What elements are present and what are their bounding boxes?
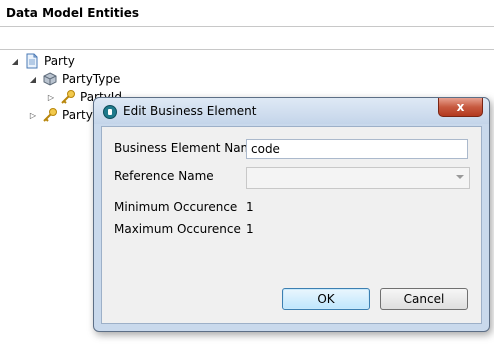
tree-item-party-2[interactable]: ▷ Party: [28, 106, 93, 124]
key-icon: [60, 89, 76, 105]
tree-item-label: Party: [44, 54, 75, 68]
tree-collapsed-icon[interactable]: ▷: [28, 110, 38, 120]
panel-header: Data Model Entities: [0, 0, 494, 27]
tree-item-label: PartyType: [62, 72, 121, 86]
dialog-titlebar[interactable]: Edit Business Element x: [94, 98, 489, 124]
dropdown-arrow-icon: [456, 175, 464, 179]
cancel-button[interactable]: Cancel: [380, 288, 468, 310]
panel-toolbar: [0, 27, 494, 50]
tree-item-label: Party: [62, 108, 93, 122]
panel-title: Data Model Entities: [6, 6, 139, 20]
minimum-occurence-value: 1: [246, 200, 254, 214]
key-icon: [42, 107, 58, 123]
maximum-occurence-label: Maximum Occurence: [114, 222, 241, 236]
minimum-occurence-label: Minimum Occurence: [114, 200, 238, 214]
maximum-occurence-value: 1: [246, 222, 254, 236]
close-icon: x: [456, 100, 465, 114]
business-element-name-label: Business Element Name: [114, 141, 260, 155]
reference-name-select[interactable]: [246, 167, 470, 189]
ok-button[interactable]: OK: [282, 288, 370, 310]
cube-icon: [42, 71, 58, 87]
edit-business-element-dialog: Edit Business Element x Business Element…: [93, 97, 490, 332]
tree-collapsed-icon[interactable]: ▷: [46, 92, 56, 102]
app-icon: [103, 105, 117, 119]
reference-name-label: Reference Name: [114, 169, 214, 183]
tree-expanded-icon[interactable]: ◢: [28, 74, 38, 84]
dialog-title: Edit Business Element: [123, 104, 257, 118]
tree-item-partytype[interactable]: ◢ PartyType: [28, 70, 120, 88]
tree-expanded-icon[interactable]: ◢: [10, 56, 20, 66]
document-icon: [24, 53, 40, 69]
business-element-name-input[interactable]: [246, 139, 468, 159]
dialog-body: Business Element Name Reference Name Min…: [101, 126, 482, 324]
tree-item-party[interactable]: ◢ Party: [10, 52, 75, 70]
close-button[interactable]: x: [438, 98, 483, 117]
